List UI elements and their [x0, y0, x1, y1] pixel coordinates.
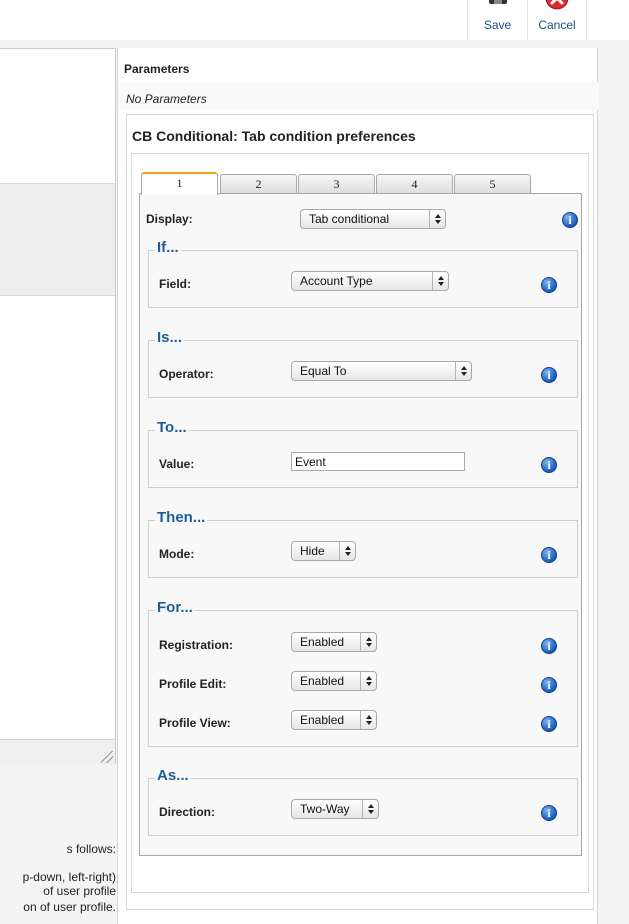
resize-grip-icon[interactable] [101, 751, 113, 763]
tab-5[interactable]: 5 [454, 174, 531, 194]
info-icon[interactable] [541, 367, 557, 383]
parameters-empty-row: No Parameters [118, 82, 599, 110]
profile-view-select[interactable]: Enabled [291, 710, 377, 730]
registration-select[interactable]: Enabled [291, 632, 377, 652]
select-arrows-icon [339, 542, 355, 560]
select-arrows-icon [360, 711, 376, 729]
value-label: Value: [159, 457, 195, 471]
info-icon[interactable] [562, 212, 578, 228]
field-label: Field: [159, 277, 191, 291]
profile-edit-label: Profile Edit: [159, 677, 227, 691]
select-arrows-icon [432, 272, 448, 290]
toolbar: Save Cancel [0, 0, 629, 40]
help-text-line: p-down, left-right) [22, 870, 116, 884]
cb-conditional-box: CB Conditional: Tab condition preference… [126, 114, 594, 910]
floppy-disk-icon [488, 0, 507, 4]
tab-1[interactable]: 1 [141, 172, 218, 195]
if-fieldset: If... Field: Account Type [148, 238, 578, 308]
editor-statusbar [0, 739, 115, 765]
select-arrows-icon [360, 672, 376, 690]
as-fieldset: As... Direction: Two-Way [148, 766, 578, 836]
info-icon[interactable] [541, 716, 557, 732]
value-input[interactable] [291, 452, 465, 471]
registration-select-value: Enabled [300, 635, 345, 649]
left-pane: s follows: p-down, left-right) of user p… [0, 48, 116, 924]
cancel-label: Cancel [538, 18, 576, 32]
is-legend: Is... [155, 328, 185, 348]
operator-select-value: Equal To [300, 364, 347, 378]
to-fieldset: To... Value: [148, 418, 578, 488]
profile-edit-select-value: Enabled [300, 674, 345, 688]
then-legend: Then... [155, 508, 208, 528]
no-parameters-text: No Parameters [126, 92, 207, 106]
mode-select[interactable]: Hide [291, 541, 356, 561]
registration-label: Registration: [159, 638, 234, 652]
is-fieldset: Is... Operator: Equal To [148, 328, 578, 398]
as-legend: As... [155, 766, 191, 786]
editor-box[interactable] [0, 48, 116, 765]
parameters-panel: Parameters No Parameters CB Conditional:… [117, 48, 599, 924]
direction-label: Direction: [159, 805, 216, 819]
display-select-value: Tab conditional [309, 212, 390, 226]
help-text-line: of user profile [43, 884, 116, 898]
tab-3[interactable]: 3 [298, 174, 375, 194]
direction-select-value: Two-Way [300, 802, 350, 816]
cb-conditional-title: CB Conditional: Tab condition preference… [132, 128, 416, 144]
if-legend: If... [155, 238, 181, 258]
display-label: Display: [146, 212, 193, 226]
select-arrows-icon [455, 362, 471, 380]
info-icon[interactable] [541, 457, 557, 473]
for-legend: For... [155, 598, 195, 618]
info-icon[interactable] [541, 547, 557, 563]
help-text-line: on of user profile. [23, 900, 116, 914]
select-arrows-icon [429, 210, 445, 228]
mode-label: Mode: [159, 547, 195, 561]
operator-select[interactable]: Equal To [291, 361, 472, 381]
field-select[interactable]: Account Type [291, 271, 449, 291]
cancel-icon [545, 0, 569, 10]
help-text-line: s follows: [66, 842, 116, 856]
direction-select[interactable]: Two-Way [291, 799, 379, 819]
operator-label: Operator: [159, 367, 214, 381]
mode-select-value: Hide [300, 544, 325, 558]
select-arrows-icon [360, 633, 376, 651]
info-icon[interactable] [541, 677, 557, 693]
tab-4[interactable]: 4 [376, 174, 453, 194]
cb-conditional-inner: 1 2 3 4 5 Display: Tab conditional If...… [131, 153, 589, 893]
info-icon[interactable] [541, 277, 557, 293]
profile-view-select-value: Enabled [300, 713, 345, 727]
tab-panel-1: Display: Tab conditional If... Field: Ac… [139, 193, 582, 856]
select-arrows-icon [362, 800, 378, 818]
info-icon[interactable] [541, 805, 557, 821]
info-icon[interactable] [541, 638, 557, 654]
then-fieldset: Then... Mode: Hide [148, 508, 578, 578]
editor-grey-band [0, 183, 115, 296]
save-label: Save [483, 18, 512, 32]
for-fieldset: For... Registration: Enabled Profile Edi… [148, 598, 578, 747]
parameters-title: Parameters [124, 62, 190, 76]
cancel-button[interactable]: Cancel [527, 0, 587, 40]
field-select-value: Account Type [300, 274, 373, 288]
profile-view-label: Profile View: [159, 716, 231, 730]
profile-edit-select[interactable]: Enabled [291, 671, 377, 691]
display-select[interactable]: Tab conditional [300, 209, 446, 229]
tab-2[interactable]: 2 [220, 174, 297, 194]
save-button[interactable]: Save [467, 0, 527, 40]
to-legend: To... [155, 418, 189, 438]
